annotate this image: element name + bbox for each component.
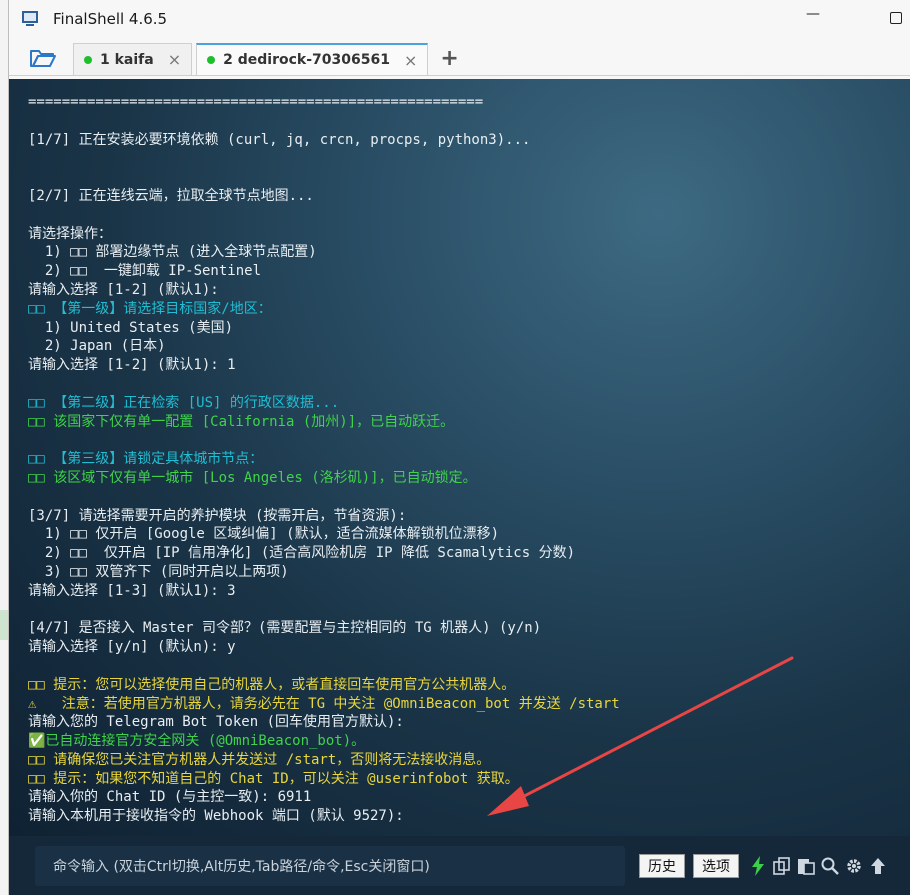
toolbar-icons <box>749 855 887 876</box>
title-bar: FinalShell 4.6.5 — <box>9 0 910 38</box>
tab-bar: 1 kaifa × 2 dedirock-70306561 × + <box>9 38 910 76</box>
terminal-line: □□ 【第二级】正在检索 [US] 的行政区数据... <box>28 394 340 411</box>
terminal-line: 3) □□ 双管齐下 (同时开启以上两项) <box>28 563 289 580</box>
terminal-line: [4/7] 是否接入 Master 司令部？(需要配置与主控相同的 TG 机器人… <box>28 620 542 637</box>
terminal-line: 请输入你的 Chat ID (与主控一致): 6911 <box>28 789 312 806</box>
terminal-line: 请选择操作： <box>28 225 112 242</box>
tab-label: 1 kaifa <box>100 51 154 68</box>
terminal-line: 1) United States (美国) <box>28 319 234 336</box>
connected-dot-icon <box>84 55 92 64</box>
tab-dedirock[interactable]: 2 dedirock-70306561 × <box>196 43 429 75</box>
terminal-line: □□ 请确保您已关注官方机器人并发送过 /start，否则将无法接收消息。 <box>28 751 491 768</box>
options-button[interactable]: 选项 <box>693 853 739 878</box>
copy-icon[interactable] <box>773 856 791 875</box>
terminal-line: [2/7] 正在连线云端，拉取全球节点地图... <box>28 187 314 204</box>
terminal-line: □□ 【第一级】请选择目标国家/地区： <box>28 300 272 317</box>
gear-icon[interactable] <box>845 857 863 875</box>
paste-icon[interactable] <box>797 857 815 875</box>
terminal-line: ✅已自动连接官方安全网关 (@OmniBeacon_bot)。 <box>28 733 366 750</box>
terminal-line: 2) □□ 仅开启 [IP 信用净化] (适合高风险机房 IP 降低 Scama… <box>28 545 576 562</box>
terminal-line: 2) Japan (日本) <box>28 338 166 355</box>
open-folder-button[interactable] <box>19 41 67 75</box>
terminal-line: □□ 【第三级】请锁定具体城市节点： <box>28 451 264 468</box>
terminal-output[interactable]: ========================================… <box>9 79 910 836</box>
command-bar: 命令输入 (双击Ctrl切换,Alt历史,Tab路径/命令,Esc关闭窗口) 历… <box>9 836 910 895</box>
terminal-line: 请输入本机用于接收指令的 Webhook 端口 (默认 9527): <box>28 808 404 825</box>
terminal-line: [1/7] 正在安装必要环境依赖 (curl, jq, crcn, procps… <box>28 131 531 148</box>
terminal-line: 请输入您的 Telegram Bot Token (回车使用官方默认): <box>28 714 404 731</box>
folder-icon <box>30 50 56 67</box>
close-tab-button[interactable]: × <box>404 51 417 70</box>
terminal-line: 请输入选择 [1-2] (默认1): <box>28 281 219 298</box>
terminal-line: [3/7] 请选择需要开启的养护模块 (按需开启，节省资源): <box>28 507 407 524</box>
arrow-up-icon[interactable] <box>869 857 887 875</box>
terminal-line: 1) □□ 仅开启 [Google 区域纠偏] (默认，适合流媒体解锁机位漂移) <box>28 526 500 543</box>
finalshell-window: FinalShell 4.6.5 — 1 kaifa × 2 dedirock-… <box>8 0 910 895</box>
terminal-line: 2) □□ 一键卸载 IP-Sentinel <box>28 263 262 280</box>
maximize-button[interactable] <box>890 12 902 24</box>
terminal-line: □□ 该区域下仅有单一城市 [Los Angeles (洛杉矶)]，已自动锁定。 <box>28 469 477 486</box>
history-button[interactable]: 历史 <box>639 853 685 878</box>
terminal-line: □□ 提示：如果您不知道自己的 Chat ID，可以关注 @userinfobo… <box>28 770 519 787</box>
terminal-line: 请输入选择 [1-2] (默认1): 1 <box>28 357 236 374</box>
search-icon[interactable] <box>821 857 839 875</box>
lightning-icon[interactable] <box>749 855 767 876</box>
window-title: FinalShell 4.6.5 <box>53 10 168 28</box>
terminal-line: 1) □□ 部署边缘节点 (进入全球节点配置) <box>28 244 317 261</box>
terminal-line: 请输入选择 [1-3] (默认1): 3 <box>28 582 236 599</box>
terminal-line: ========================================… <box>28 94 484 110</box>
terminal-line: □□ 该国家下仅有单一配置 [California (加州)]，已自动跃迁。 <box>28 413 455 430</box>
close-tab-button[interactable]: × <box>168 50 181 69</box>
command-input[interactable]: 命令输入 (双击Ctrl切换,Alt历史,Tab路径/命令,Esc关闭窗口) <box>35 845 625 886</box>
tab-kaifa[interactable]: 1 kaifa × <box>73 43 193 75</box>
minimize-button[interactable]: — <box>806 6 820 22</box>
terminal-line: 请输入选择 [y/n] (默认n): y <box>28 639 236 656</box>
tab-label: 2 dedirock-70306561 <box>223 52 390 68</box>
connected-dot-icon <box>207 56 216 64</box>
terminal-line: ⚠ 注意：若使用官方机器人，请务必先在 TG 中关注 @OmniBeacon_b… <box>28 695 620 712</box>
terminal-line: □□ 提示：您可以选择使用自己的机器人，或者直接回车使用官方公共机器人。 <box>28 676 516 693</box>
app-monitor-icon <box>21 10 41 28</box>
add-tab-button[interactable]: + <box>440 46 458 71</box>
